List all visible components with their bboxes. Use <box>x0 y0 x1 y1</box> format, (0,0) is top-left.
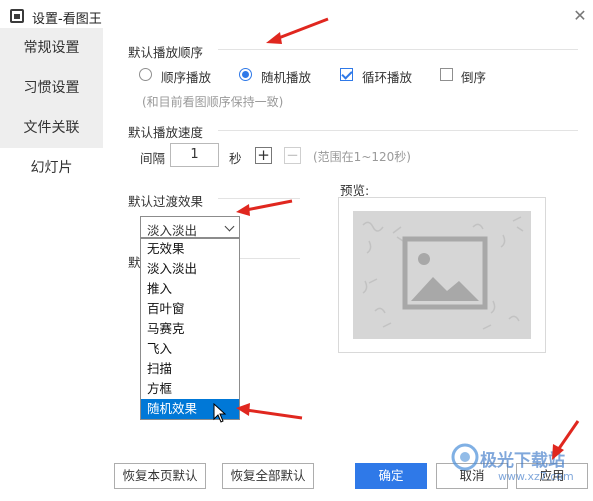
annotation-arrow-icon <box>552 420 580 460</box>
preview-panel <box>338 197 546 353</box>
play-speed-title: 默认播放速度 <box>128 125 204 140</box>
annotation-arrow-icon <box>266 17 329 44</box>
transition-select[interactable]: 淡入淡出 <box>140 216 240 238</box>
increase-button[interactable]: + <box>255 147 272 164</box>
hidden-section-title: 默 <box>128 255 141 270</box>
watermark-url: www.xz7.com <box>498 470 574 483</box>
restore-all-defaults-button[interactable]: 恢复全部默认 <box>222 463 314 489</box>
interval-range-hint: (范围在1~120秒) <box>313 150 411 164</box>
mouse-cursor-icon <box>213 403 227 423</box>
close-icon[interactable]: ✕ <box>570 6 590 26</box>
radio-sequential-label: 顺序播放 <box>161 70 212 85</box>
loop-checkbox[interactable] <box>340 68 353 81</box>
reverse-checkbox[interactable] <box>440 68 453 81</box>
transition-dropdown-list: 无效果 淡入淡出 推入 百叶窗 马赛克 飞入 扫描 方框 随机效果 <box>140 238 240 420</box>
dropdown-option-box[interactable]: 方框 <box>141 379 239 399</box>
dropdown-option-scan[interactable]: 扫描 <box>141 359 239 379</box>
loop-label: 循环播放 <box>362 70 413 85</box>
window-title: 设置-看图王 <box>32 12 102 27</box>
dropdown-option-fly-in[interactable]: 飞入 <box>141 339 239 359</box>
dropdown-option-push[interactable]: 推入 <box>141 279 239 299</box>
section-divider <box>218 130 578 131</box>
radio-sequential[interactable] <box>139 68 152 81</box>
decrease-button[interactable]: − <box>284 147 301 164</box>
interval-input[interactable]: 1 <box>170 143 219 167</box>
ok-button[interactable]: 确定 <box>355 463 427 489</box>
radio-random[interactable] <box>239 68 252 81</box>
section-divider <box>218 49 578 50</box>
restore-page-defaults-button[interactable]: 恢复本页默认 <box>114 463 206 489</box>
section-divider <box>240 258 300 259</box>
sidebar-item-file-association[interactable]: 文件关联 <box>0 108 103 148</box>
sidebar: 常规设置 习惯设置 文件关联 幻灯片 <box>0 28 103 188</box>
chevron-down-icon <box>224 221 235 232</box>
sidebar-item-habits[interactable]: 习惯设置 <box>0 68 103 108</box>
transition-title: 默认过渡效果 <box>128 194 204 209</box>
dropdown-option-fade[interactable]: 淡入淡出 <box>141 259 239 279</box>
sidebar-item-general[interactable]: 常规设置 <box>0 28 103 68</box>
dropdown-option-none[interactable]: 无效果 <box>141 239 239 259</box>
play-order-hint: (和目前看图顺序保持一致) <box>142 95 284 109</box>
annotation-arrow-icon <box>236 403 303 420</box>
interval-unit: 秒 <box>229 151 242 166</box>
radio-random-label: 随机播放 <box>261 70 312 85</box>
watermark-logo-icon <box>451 443 479 471</box>
app-logo-icon <box>10 9 24 23</box>
preview-image <box>353 211 531 339</box>
transition-selected-value: 淡入淡出 <box>147 223 198 238</box>
interval-label: 间隔 <box>140 151 166 166</box>
reverse-label: 倒序 <box>461 70 487 85</box>
dropdown-option-blinds[interactable]: 百叶窗 <box>141 299 239 319</box>
play-order-title: 默认播放顺序 <box>128 45 204 60</box>
dropdown-option-mosaic[interactable]: 马赛克 <box>141 319 239 339</box>
image-placeholder-icon <box>362 216 524 330</box>
annotation-arrow-icon <box>236 199 293 216</box>
sidebar-item-slideshow[interactable]: 幻灯片 <box>0 148 103 188</box>
